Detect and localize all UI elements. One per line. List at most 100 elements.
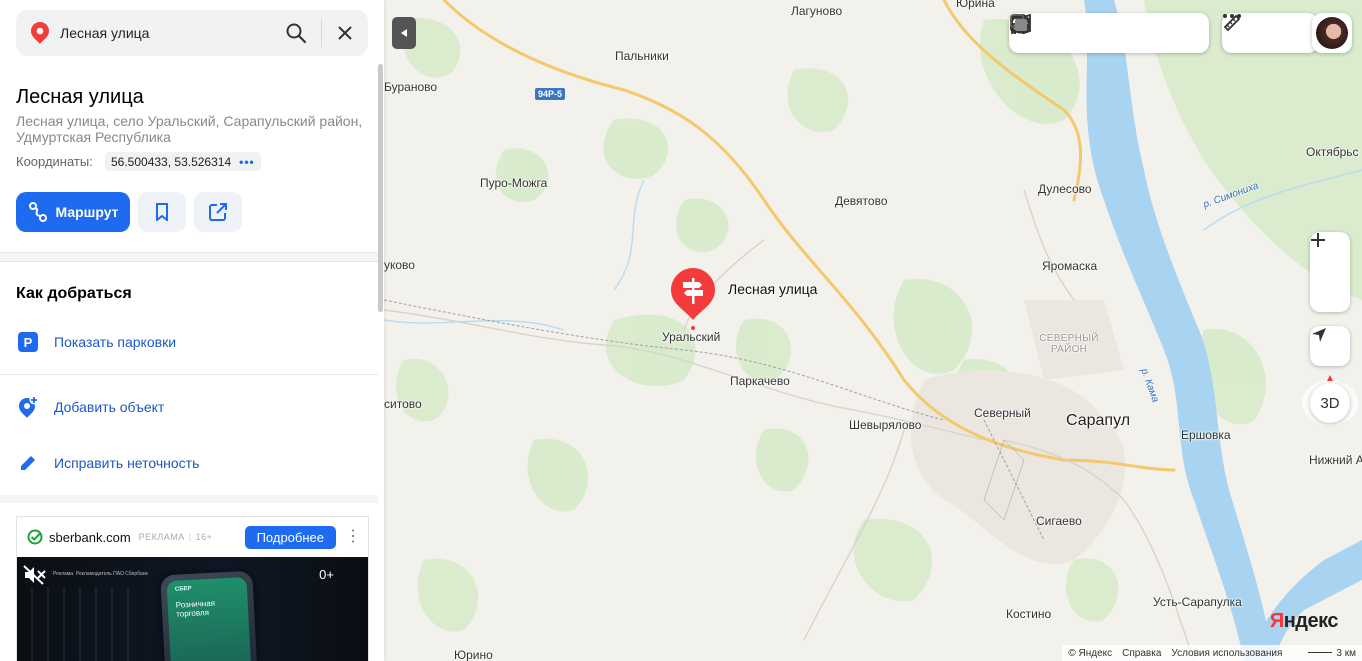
show-parking-label: Показать парковки — [54, 334, 177, 350]
ad-age-badge: 0+ — [319, 567, 334, 582]
coords-value-box[interactable]: 56.500433, 53.526314 ••• — [105, 152, 261, 171]
close-icon[interactable] — [338, 26, 352, 40]
place-yurino: Юрино — [454, 648, 493, 661]
ad-phone-brand: СБЕР — [174, 585, 192, 593]
coords-label: Координаты: — [16, 154, 93, 169]
parking-icon: P — [16, 330, 40, 354]
zoom-out-button[interactable] — [1310, 239, 1350, 312]
place-severny: Северный — [974, 406, 1031, 420]
add-location-icon — [16, 395, 40, 419]
map-layers-icon[interactable] — [1011, 13, 1089, 53]
place-dulesovo: Дулесово — [1038, 182, 1092, 196]
minus-icon — [1311, 239, 1325, 241]
divider — [0, 374, 378, 375]
place-puro-mozhga: Пуро-Можга — [480, 176, 548, 190]
place-shevyryalovo: Шевырялово — [849, 418, 922, 432]
search-bar — [16, 10, 368, 56]
place-sigaevo: Сигаево — [1036, 514, 1082, 528]
ad-header: sberbank.com РЕКЛАМА | 16+ Подробнее ⋮ — [17, 517, 368, 557]
ad-phone-text: Розничная торговля — [175, 598, 216, 619]
ad-more-button[interactable]: Подробнее — [244, 525, 336, 549]
camera-icon[interactable] — [1010, 13, 1129, 53]
tools-toolbar — [1222, 13, 1318, 53]
section-gap — [0, 495, 378, 503]
place-sitovo: ситово — [384, 397, 422, 411]
place-kostino: Костино — [1006, 607, 1052, 621]
more-icon[interactable] — [1223, 13, 1302, 53]
triangle-left-icon — [401, 29, 407, 37]
map-tiles — [384, 0, 1362, 661]
share-icon — [209, 203, 227, 221]
ad-tag: РЕКЛАМА — [138, 532, 185, 542]
ruler-icon[interactable] — [1222, 13, 1262, 53]
place-lagunovo: Лагуново — [791, 4, 843, 18]
route-button[interactable]: Маршрут — [16, 192, 130, 232]
yandex-logo: Яндекс — [1269, 610, 1339, 632]
place-oktyabrsky: Октябрьс — [1306, 145, 1359, 159]
add-object-label: Добавить объект — [54, 399, 165, 415]
place-ust-sarapulka: Усть-Сарапулка — [1153, 595, 1242, 609]
ad-media[interactable]: Реклама. Рекламодатель ПАО Сбербанк 0+ С… — [17, 557, 368, 661]
divider — [0, 261, 378, 262]
collapse-sidebar-button[interactable] — [392, 17, 416, 49]
scale-bar: 3 км — [1308, 648, 1356, 659]
place-parkachevo: Паркачево — [730, 374, 790, 388]
coords-more-icon[interactable]: ••• — [239, 155, 255, 169]
bookmark-icon — [156, 203, 168, 221]
place-uralsky: Уральский — [662, 330, 721, 344]
zoom-control — [1310, 232, 1350, 312]
sber-logo-icon — [27, 529, 43, 545]
bus-icon[interactable] — [1011, 13, 1169, 53]
muted-speaker-icon[interactable] — [23, 565, 47, 585]
place-zhukovo: уково — [384, 258, 415, 272]
place-ershovka: Ершовка — [1181, 428, 1231, 442]
place-buranovo: Бураново — [384, 80, 438, 94]
search-input[interactable] — [58, 24, 285, 42]
map-canvas[interactable]: Лагуново Юрина Пальники Бураново 94Р-5 П… — [384, 0, 1362, 661]
map-footer: © Яндекс Справка Условия использования 3… — [1062, 645, 1362, 661]
location-pin[interactable] — [669, 266, 717, 330]
directions-title: Как добраться — [16, 285, 132, 302]
ad-banner[interactable]: sberbank.com РЕКЛАМА | 16+ Подробнее ⋮ Р… — [16, 516, 369, 661]
help-link[interactable]: Справка — [1122, 648, 1161, 659]
sidebar-scrollbar[interactable] — [378, 64, 383, 312]
place-palniki: Пальники — [615, 49, 669, 63]
place-devyatovo: Девятово — [835, 194, 888, 208]
navigation-arrow-icon — [1312, 328, 1326, 342]
search-icon[interactable] — [285, 22, 307, 44]
add-object-link[interactable]: Добавить объект — [16, 395, 164, 419]
copyright-text: © Яндекс — [1068, 647, 1113, 659]
3d-button[interactable]: 3D — [1310, 383, 1350, 423]
traffic-layers-icon[interactable] — [1010, 13, 1209, 53]
sidebar: Лесная улица Лесная улица, село Уральски… — [0, 0, 384, 661]
ad-domain[interactable]: sberbank.com — [49, 530, 131, 545]
compass-north-icon — [1327, 375, 1333, 381]
location-marker-icon — [31, 22, 49, 44]
fix-error-label: Исправить неточность — [54, 455, 200, 471]
section-gap — [0, 253, 378, 261]
place-title: Лесная улица — [16, 86, 144, 108]
terms-link[interactable]: Условия использования — [1171, 648, 1282, 659]
compass-ring[interactable]: 3D — [1302, 375, 1358, 426]
pin-label: Лесная улица — [728, 281, 818, 297]
layers-toolbar — [1009, 13, 1209, 53]
ad-menu-icon[interactable]: ⋮ — [344, 529, 362, 545]
my-location-button[interactable] — [1310, 326, 1350, 366]
place-nizhny: Нижний А — [1309, 453, 1362, 467]
place-yaromaska: Яромаска — [1042, 259, 1098, 273]
place-address: Лесная улица, село Уральский, Сарапульск… — [16, 113, 363, 145]
fix-error-link[interactable]: Исправить неточность — [16, 451, 199, 475]
bookmark-button[interactable] — [138, 192, 186, 232]
user-avatar[interactable] — [1312, 13, 1352, 53]
road-badge: 94Р-5 — [535, 88, 566, 100]
route-button-label: Маршрут — [55, 204, 119, 220]
ad-age: 16+ — [195, 532, 213, 542]
ad-phone-image: СБЕР Розничная торговля — [160, 570, 258, 661]
share-button[interactable] — [194, 192, 242, 232]
svg-text:P: P — [24, 335, 33, 350]
place-sarapul: Сарапул — [1066, 412, 1131, 429]
place-severny-district: СЕВЕРНЫЙ РАЙОН — [1039, 333, 1099, 355]
ad-fine-print: Реклама. Рекламодатель ПАО Сбербанк — [53, 571, 148, 577]
route-icon — [29, 202, 48, 222]
show-parking-link[interactable]: P Показать парковки — [16, 330, 176, 354]
